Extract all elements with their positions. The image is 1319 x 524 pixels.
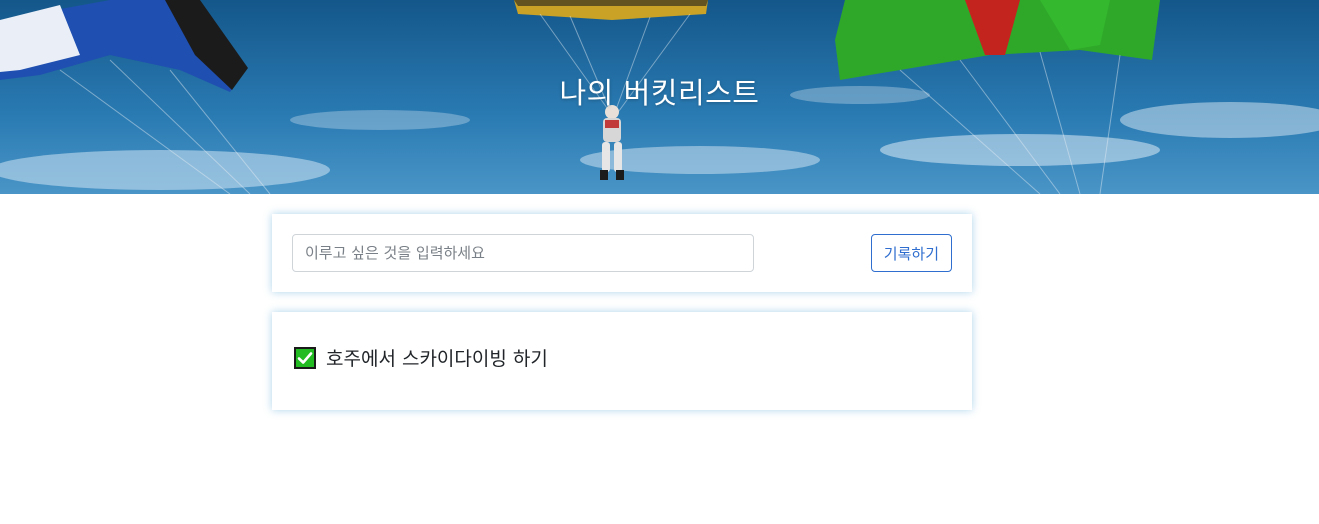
check-mark-icon (294, 346, 316, 369)
goal-input[interactable] (292, 234, 754, 272)
bucket-list-card: 호주에서 스카이다이빙 하기 (272, 312, 972, 410)
save-button[interactable]: 기록하기 (870, 234, 952, 272)
list-item: 호주에서 스카이다이빙 하기 (294, 344, 548, 371)
hero-banner: 나의 버킷리스트 (0, 0, 1319, 194)
goal-input-card: 기록하기 (272, 214, 972, 292)
page-title: 나의 버킷리스트 (559, 76, 760, 110)
list-item-text: 호주에서 스카이다이빙 하기 (326, 348, 548, 370)
